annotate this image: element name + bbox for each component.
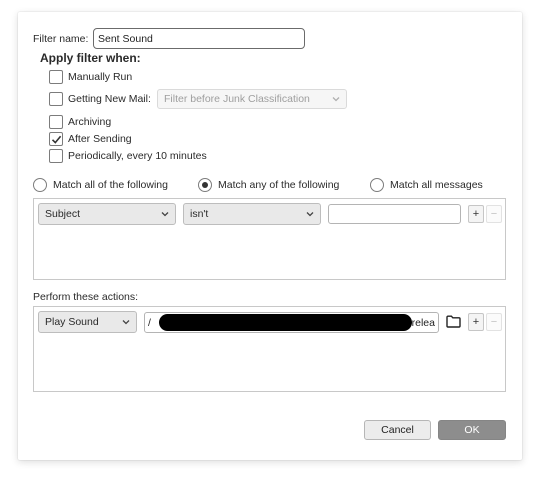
redacted-path-overlay: [159, 314, 412, 331]
action-type-select[interactable]: Play Sound: [38, 311, 137, 333]
chevron-down-icon: [161, 212, 169, 217]
match-all-messages-label: Match all messages: [390, 179, 483, 191]
actions-label: Perform these actions:: [33, 291, 139, 303]
condition-value-input[interactable]: [328, 204, 461, 224]
check-icon: [51, 135, 61, 144]
remove-condition-button[interactable]: −: [486, 205, 502, 223]
add-action-button[interactable]: +: [468, 313, 484, 331]
action-type-value: Play Sound: [45, 316, 99, 328]
filter-name-label: Filter name:: [33, 33, 89, 45]
match-any-radio[interactable]: [198, 178, 212, 192]
getting-new-mail-label: Getting New Mail:: [68, 93, 151, 105]
match-any-label: Match any of the following: [218, 179, 340, 191]
match-all-messages-radio[interactable]: [370, 178, 384, 192]
match-all-radio[interactable]: [33, 178, 47, 192]
cancel-button[interactable]: Cancel: [364, 420, 431, 440]
add-condition-button[interactable]: +: [468, 205, 484, 223]
filter-name-value: Sent Sound: [98, 32, 153, 45]
ok-label: OK: [464, 424, 480, 436]
ok-button[interactable]: OK: [438, 420, 506, 440]
chevron-down-icon: [306, 212, 314, 217]
junk-classification-value: Filter before Junk Classification: [164, 93, 310, 105]
condition-operator-value: isn't: [190, 208, 209, 220]
condition-field-select[interactable]: Subject: [38, 203, 176, 225]
filter-dialog: Filter name: Sent Sound Apply filter whe…: [18, 12, 522, 460]
getting-new-mail-checkbox[interactable]: [49, 92, 63, 106]
match-all-label: Match all of the following: [53, 179, 168, 191]
chevron-down-icon: [122, 320, 130, 325]
sound-path-start: /: [148, 316, 151, 329]
filter-name-input[interactable]: Sent Sound: [93, 28, 305, 49]
after-sending-label: After Sending: [68, 133, 132, 145]
periodically-label: Periodically, every 10 minutes: [68, 150, 207, 162]
apply-filter-heading: Apply filter when:: [40, 51, 141, 65]
junk-classification-select[interactable]: Filter before Junk Classification: [157, 89, 347, 109]
remove-action-button[interactable]: −: [486, 313, 502, 331]
folder-icon[interactable]: [446, 315, 461, 328]
manually-run-checkbox[interactable]: [49, 70, 63, 84]
condition-field-value: Subject: [45, 208, 81, 220]
cancel-label: Cancel: [381, 424, 414, 436]
archiving-checkbox[interactable]: [49, 115, 63, 129]
sound-path-end: -relea: [408, 316, 435, 329]
condition-operator-select[interactable]: isn't: [183, 203, 321, 225]
after-sending-checkbox[interactable]: [49, 132, 63, 146]
chevron-down-icon: [332, 97, 340, 102]
archiving-label: Archiving: [68, 116, 112, 128]
periodically-checkbox[interactable]: [49, 149, 63, 163]
manually-run-label: Manually Run: [68, 71, 133, 83]
